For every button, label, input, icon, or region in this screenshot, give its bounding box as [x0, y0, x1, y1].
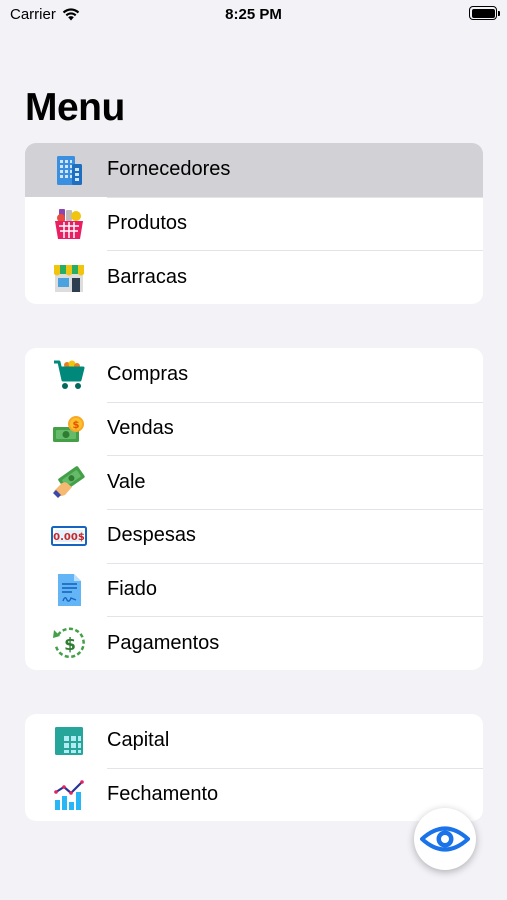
menu-item-label: Vendas: [107, 417, 174, 440]
menu-item-label: Vale: [107, 470, 146, 493]
refund-dollar-icon: $: [51, 625, 87, 661]
status-bar: Carrier 8:25 PM: [0, 0, 507, 30]
menu-item-label: Fechamento: [107, 783, 219, 806]
menu-item-capital[interactable]: Capital: [25, 714, 483, 768]
menu-item-pagamentos[interactable]: $ Pagamentos: [25, 616, 483, 670]
office-building-icon: [51, 152, 87, 188]
menu-item-label: Pagamentos: [107, 631, 220, 654]
menu-group-relatorios: Capital Fechamento: [25, 714, 483, 822]
menu-item-label: Despesas: [107, 524, 196, 547]
battery-icon: [469, 6, 500, 20]
expense-display-icon: 0.00$: [51, 518, 87, 554]
hand-money-icon: [51, 464, 87, 500]
bar-chart-icon: [51, 777, 87, 813]
refund-dollar-text: $: [64, 635, 76, 655]
menu-item-vendas[interactable]: $ Vendas: [25, 401, 483, 456]
expense-display-text: 0.00$: [53, 532, 85, 543]
page-title: Menu: [25, 86, 125, 129]
document-icon: [51, 572, 87, 608]
money-coins-icon: $: [51, 411, 87, 447]
menu-item-label: Capital: [107, 729, 170, 752]
svg-text:$: $: [73, 420, 80, 431]
menu-item-label: Barracas: [107, 265, 188, 288]
status-time: 8:25 PM: [225, 6, 282, 23]
shopping-basket-icon: [51, 206, 87, 242]
menu-group-cadastros: Fornecedores Produtos Barracas: [25, 143, 483, 305]
shopping-cart-icon: [51, 357, 87, 393]
menu-item-compras[interactable]: Compras: [25, 348, 483, 402]
menu-item-label: Fiado: [107, 578, 158, 601]
eye-icon: [420, 826, 470, 852]
menu-item-fornecedores[interactable]: Fornecedores: [25, 143, 483, 197]
spreadsheet-icon: [51, 723, 87, 759]
store-stall-icon: [51, 259, 87, 295]
menu-item-fiado[interactable]: Fiado: [25, 562, 483, 617]
menu-item-label: Produtos: [107, 212, 188, 235]
menu-item-despesas[interactable]: 0.00$ Despesas: [25, 509, 483, 563]
menu-item-produtos[interactable]: Produtos: [25, 196, 483, 251]
menu-item-label: Fornecedores: [107, 158, 231, 181]
menu-item-fechamento[interactable]: Fechamento: [25, 767, 483, 822]
menu-group-operacoes: Compras $ Vendas Vale 0.00$ Despesas Fia…: [25, 348, 483, 671]
menu-item-vale[interactable]: Vale: [25, 455, 483, 509]
menu-item-barracas[interactable]: Barracas: [25, 250, 483, 304]
visibility-toggle-button[interactable]: [414, 808, 476, 870]
menu-item-label: Compras: [107, 363, 189, 386]
